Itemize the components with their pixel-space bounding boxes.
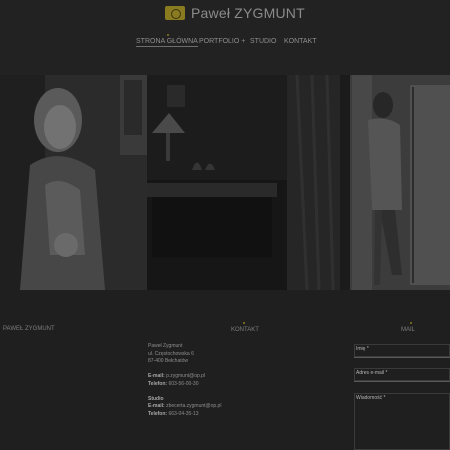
studio-phone-row: Telefon: 663-04-35-13 xyxy=(148,411,221,419)
contact-city: 87-400 Bełchatów xyxy=(148,358,189,364)
name-field-underline xyxy=(354,357,450,358)
logo-text: Paweł ZYGMUNT xyxy=(191,5,305,21)
nav-item-home[interactable]: STRONA GŁÓWNA xyxy=(136,34,198,47)
email-field-underline xyxy=(354,381,450,382)
site-header: Paweł ZYGMUNT STRONA GŁÓWNA PORTFOLIO + … xyxy=(0,0,450,75)
name-input[interactable] xyxy=(354,344,450,357)
contact-details: Paweł Zygmunt ul. Częstochowska 6 87-400… xyxy=(148,343,221,418)
studio-email-row: E-mail: zbecerta.zygmunt@op.pl xyxy=(148,403,221,411)
nav-item-contact[interactable]: KONTAKT xyxy=(284,38,317,45)
contact-street: ul. Częstochowska 6 xyxy=(148,350,194,357)
nav-item-label: KONTAKT xyxy=(284,38,317,45)
studio-phone-label: Telefon: xyxy=(148,410,168,417)
photo-gallery xyxy=(0,75,450,290)
studio-email[interactable]: zbecerta.zygmunt@op.pl xyxy=(166,403,221,409)
window-photo-illustration xyxy=(340,75,450,290)
nav-item-label: STUDIO xyxy=(250,38,277,45)
gallery-photo-bride[interactable] xyxy=(0,75,147,290)
nav-item-label: PORTFOLIO + xyxy=(199,38,246,45)
gallery-photo-window[interactable] xyxy=(340,75,450,290)
message-textarea[interactable] xyxy=(354,393,450,450)
nav-item-portfolio[interactable]: PORTFOLIO + xyxy=(199,38,245,45)
contact-email[interactable]: p.zygmunt@op.pl xyxy=(166,373,205,379)
accent-dot-icon xyxy=(243,322,245,324)
studio-phone: 663-04-35-13 xyxy=(168,410,199,417)
site-footer: PAWEŁ ZYGMUNT KONTAKT Paweł Zygmunt ul. … xyxy=(0,290,450,450)
email-input[interactable] xyxy=(354,368,450,381)
contact-title: KONTAKT xyxy=(231,327,259,333)
room-photo-illustration xyxy=(147,75,340,290)
nav-item-label: STRONA GŁÓWNA xyxy=(136,38,198,45)
studio-email-label: E-mail: xyxy=(148,403,165,409)
main-nav: STRONA GŁÓWNA PORTFOLIO + STUDIO KONTAKT xyxy=(0,34,450,52)
logo-icon xyxy=(165,6,185,20)
contact-name: Paweł Zygmunt xyxy=(148,343,183,349)
studio-label: Studio xyxy=(148,395,164,402)
bride-photo-illustration xyxy=(0,75,147,290)
contact-email-row: E-mail: p.zygmunt@op.pl xyxy=(148,373,221,381)
logo[interactable]: Paweł ZYGMUNT xyxy=(165,5,305,21)
active-indicator-icon xyxy=(166,34,169,36)
contact-phone-label: Telefon: xyxy=(148,380,168,387)
contact-phone: 603-56-00-30 xyxy=(168,380,199,387)
nav-item-studio[interactable]: STUDIO xyxy=(250,38,276,45)
mail-title: MAIL xyxy=(401,327,416,333)
footer-left-title: PAWEŁ ZYGMUNT xyxy=(3,326,55,332)
contact-phone-row: Telefon: 603-56-00-30 xyxy=(148,381,221,389)
accent-dot-icon xyxy=(410,322,412,324)
gallery-photo-room[interactable] xyxy=(147,75,340,290)
contact-email-label: E-mail: xyxy=(148,373,165,379)
